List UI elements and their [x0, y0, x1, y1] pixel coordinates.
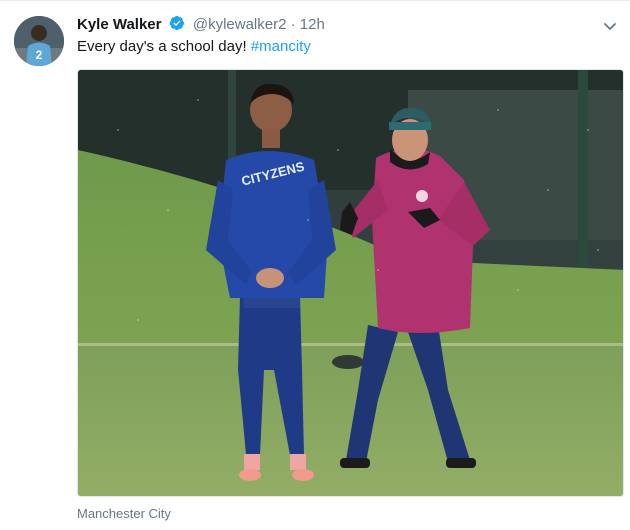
tweet-text: Every day's a school day! #mancity	[77, 37, 311, 57]
training-photo: CITYZENS	[78, 70, 623, 496]
location-link[interactable]: Manchester City	[77, 506, 171, 522]
author-handle[interactable]: @kylewalker2	[193, 16, 287, 33]
avatar-image: 2	[14, 16, 64, 66]
separator-dot: ·	[290, 16, 296, 33]
top-divider	[0, 0, 630, 1]
tweet-photo[interactable]: CITYZENS	[77, 69, 624, 497]
tweet-time[interactable]: 12h	[300, 16, 325, 33]
avatar[interactable]: 2	[14, 16, 64, 66]
hashtag-link[interactable]: #mancity	[251, 38, 311, 55]
tweet-text-body: Every day's a school day!	[77, 38, 251, 55]
author-name[interactable]: Kyle Walker	[77, 16, 162, 33]
avatar-number: 2	[36, 48, 43, 62]
verified-badge-icon	[169, 15, 185, 37]
tweet-header: Kyle Walker @kylewalker2 · 12h	[77, 15, 325, 37]
chevron-down-icon[interactable]	[602, 18, 618, 34]
